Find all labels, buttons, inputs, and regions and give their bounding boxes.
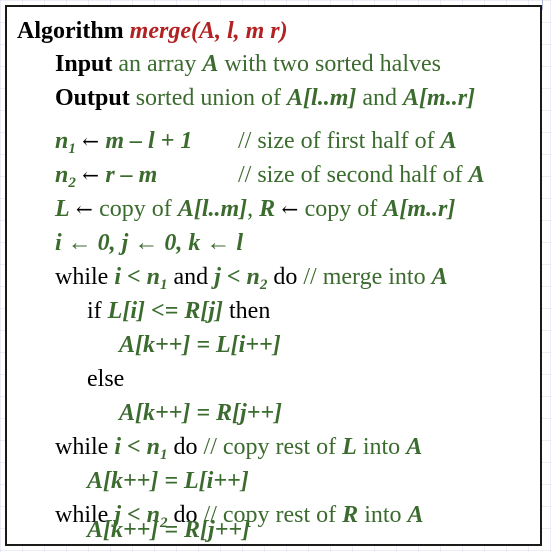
input-keyword: Input [55, 51, 113, 77]
algorithm-keyword: Algorithm [17, 18, 124, 44]
code-line-10: while i < n1 do // copy rest of L into A [55, 434, 423, 463]
comment-2: // size of second half of A [238, 162, 485, 188]
input-line: Input an array A with two sorted halves [55, 50, 441, 78]
pseudocode-box: Algorithm merge(A, l, m r) Input an arra… [5, 5, 542, 546]
code-line-8: else [87, 366, 125, 392]
output-text: sorted union of [129, 85, 288, 111]
output-keyword: Output [55, 85, 130, 111]
code-line-9: A[k++] = R[j++] [119, 400, 283, 426]
code-line-3: L ← copy of A[l..m], R ← copy of A[m..r] [55, 196, 456, 222]
code-line-7: A[k++] = L[i++] [119, 332, 281, 358]
code-line-11: A[k++] = L[i++] [87, 468, 249, 494]
code-line-6: if L[i] <= R[j] then [87, 298, 271, 324]
output-and: and [356, 85, 404, 111]
algorithm-header: Algorithm merge(A, l, m r) [17, 17, 288, 45]
scroll-indicator [542, 0, 549, 10]
code-line-5: while i < n1 and j < n2 do // merge into… [55, 264, 448, 293]
function-params: (A, l, m r) [190, 18, 288, 44]
output-range2: [m..r] [419, 85, 476, 111]
output-line: Output sorted union of A[l..m] and A[m..… [55, 84, 475, 112]
code-line-13: A[k++] = R[j++] [87, 517, 251, 543]
output-range1: [l..m] [303, 85, 357, 111]
output-a1: A [287, 85, 304, 111]
comment-1: // size of first half of A [238, 128, 457, 154]
input-text: an array [112, 51, 203, 77]
function-name: merge [129, 18, 191, 44]
code-line-1: n1 ← m – l + 1// size of first half of A [55, 128, 457, 157]
output-a2: A [403, 85, 420, 111]
input-var: A [202, 51, 219, 77]
code-line-4: i ← 0, j ← 0, k ← l [55, 230, 244, 256]
input-rest: with two sorted halves [218, 51, 441, 77]
code-line-2: n2 ← r – m// size of second half of A [55, 162, 485, 191]
